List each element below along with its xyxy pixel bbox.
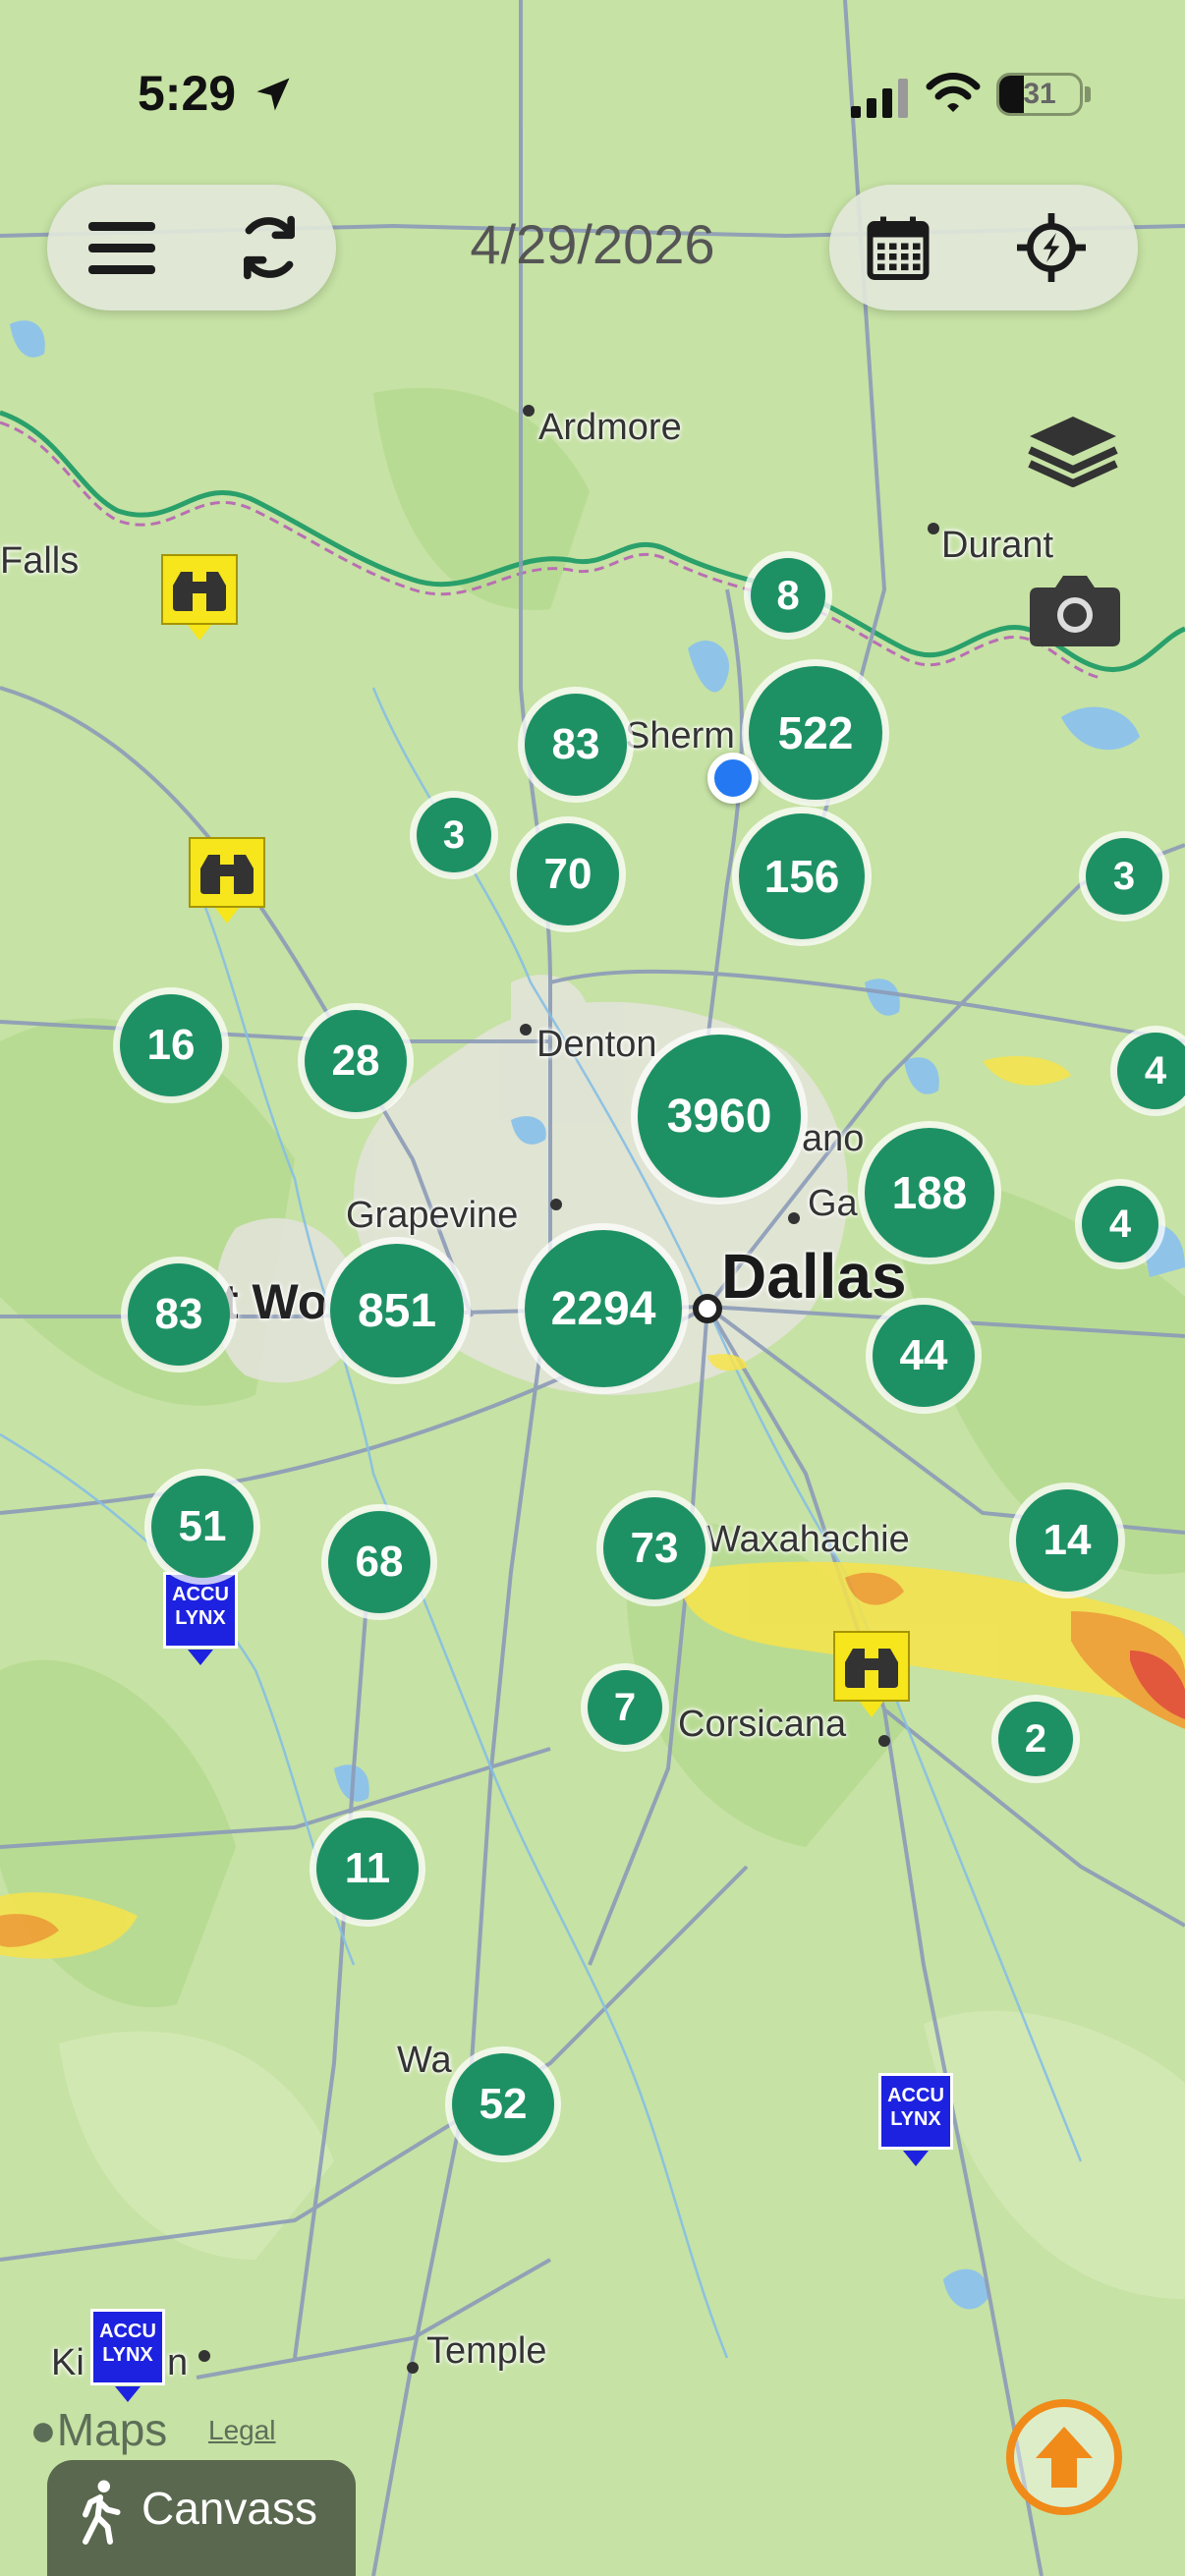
city-label: ano bbox=[802, 1118, 865, 1159]
right-toolbar bbox=[829, 185, 1138, 310]
cluster-marker[interactable]: 11 bbox=[316, 1818, 419, 1920]
camera-icon[interactable] bbox=[1028, 570, 1122, 648]
battery-percentage: 31 bbox=[1023, 78, 1056, 110]
apple-logo-icon: ● bbox=[29, 2404, 57, 2455]
accu-lynx-label: ACCU bbox=[99, 2321, 156, 2342]
accu-lynx-pin[interactable]: ACCU LYNX bbox=[878, 2073, 953, 2166]
refresh-icon bbox=[244, 215, 295, 280]
city-label: Grapevine bbox=[346, 1195, 519, 1236]
accu-lynx-pin[interactable]: ACCU LYNX bbox=[90, 2309, 165, 2402]
canvass-label: Canvass bbox=[141, 2483, 317, 2534]
city-label: n bbox=[167, 2342, 189, 2383]
cluster-marker[interactable]: 188 bbox=[865, 1128, 994, 1258]
city-label-dallas: Dallas bbox=[721, 1241, 907, 1312]
cluster-marker[interactable]: 8 bbox=[751, 558, 825, 633]
cluster-marker[interactable]: 522 bbox=[749, 666, 882, 800]
legal-link[interactable]: Legal bbox=[208, 2415, 276, 2446]
cluster-marker[interactable]: 51 bbox=[151, 1476, 254, 1578]
arrow-up-icon bbox=[1036, 2427, 1093, 2488]
accu-lynx-label: LYNX bbox=[175, 1607, 226, 1629]
status-bar: 5:29 31 bbox=[0, 0, 1185, 196]
binoculars-pin[interactable] bbox=[189, 837, 265, 924]
city-label: t Wo bbox=[222, 1274, 328, 1329]
city-label: Ga bbox=[808, 1183, 858, 1224]
battery-nub bbox=[1085, 86, 1091, 102]
cluster-marker[interactable]: 156 bbox=[739, 813, 865, 939]
cluster-marker[interactable]: 16 bbox=[120, 994, 222, 1096]
accu-lynx-pin[interactable]: ACCU LYNX bbox=[163, 1572, 238, 1665]
wifi-icon bbox=[926, 73, 981, 112]
scroll-up-button[interactable] bbox=[1006, 2399, 1122, 2515]
calendar-button[interactable] bbox=[859, 208, 937, 287]
city-label: Waxahachie bbox=[705, 1519, 910, 1560]
cluster-marker[interactable]: 7 bbox=[588, 1670, 662, 1745]
city-label: Wa bbox=[397, 2040, 452, 2081]
map-screen: 5:29 31 4/29/2026 Ardmore Durant Falls S… bbox=[0, 0, 1185, 2576]
cluster-marker[interactable]: 4 bbox=[1117, 1033, 1185, 1109]
binoculars-icon bbox=[173, 572, 226, 611]
cluster-marker[interactable]: 44 bbox=[873, 1305, 975, 1407]
accu-lynx-label: ACCU bbox=[887, 2085, 944, 2106]
location-button[interactable] bbox=[1012, 208, 1091, 287]
cluster-marker[interactable]: 2 bbox=[998, 1702, 1073, 1776]
cluster-marker[interactable]: 14 bbox=[1016, 1489, 1118, 1592]
canvass-button[interactable]: Canvass bbox=[47, 2460, 356, 2576]
city-label: Temple bbox=[426, 2330, 547, 2372]
binoculars-icon bbox=[200, 855, 254, 894]
cellular-signal-icon bbox=[851, 79, 908, 118]
city-label: Sherm bbox=[625, 715, 735, 756]
cluster-marker[interactable]: 3960 bbox=[638, 1035, 801, 1198]
cluster-marker[interactable]: 2294 bbox=[525, 1230, 682, 1387]
menu-icon bbox=[88, 222, 155, 274]
cluster-marker[interactable]: 52 bbox=[452, 2053, 554, 2156]
city-label: Durant bbox=[941, 525, 1054, 566]
refresh-button[interactable] bbox=[230, 208, 309, 287]
left-toolbar bbox=[47, 185, 336, 310]
cluster-marker[interactable]: 4 bbox=[1082, 1186, 1158, 1262]
maps-attribution: ●Maps bbox=[29, 2403, 167, 2456]
cluster-marker[interactable]: 3 bbox=[1086, 838, 1162, 915]
user-location-dot bbox=[707, 753, 759, 804]
binoculars-pin[interactable] bbox=[833, 1631, 910, 1717]
selected-date[interactable]: 4/29/2026 bbox=[413, 212, 772, 276]
cluster-marker[interactable]: 28 bbox=[305, 1010, 407, 1112]
binoculars-icon bbox=[845, 1649, 898, 1688]
city-label: Corsicana bbox=[678, 1704, 847, 1745]
battery-icon: 31 bbox=[996, 73, 1083, 116]
cluster-marker[interactable]: 68 bbox=[328, 1511, 430, 1613]
walking-person-icon bbox=[83, 2480, 121, 2545]
maps-label: Maps bbox=[56, 2404, 168, 2455]
layers-icon[interactable] bbox=[1024, 403, 1122, 497]
menu-button[interactable] bbox=[83, 208, 161, 287]
cluster-marker[interactable]: 83 bbox=[128, 1263, 230, 1366]
accu-lynx-label: ACCU bbox=[172, 1584, 229, 1605]
city-label: Falls bbox=[0, 540, 80, 582]
cluster-marker[interactable]: 73 bbox=[603, 1497, 705, 1599]
cluster-marker[interactable]: 3 bbox=[417, 798, 491, 872]
location-crosshair-icon bbox=[1017, 213, 1086, 282]
city-label: Denton bbox=[536, 1024, 657, 1065]
accu-lynx-label: LYNX bbox=[890, 2108, 941, 2130]
cluster-marker[interactable]: 851 bbox=[330, 1244, 464, 1377]
city-label: Ki bbox=[51, 2342, 85, 2383]
city-label: Ardmore bbox=[538, 407, 682, 448]
calendar-icon bbox=[867, 216, 930, 280]
accu-lynx-label: LYNX bbox=[102, 2344, 153, 2366]
cluster-marker[interactable]: 70 bbox=[517, 823, 619, 925]
cluster-marker[interactable]: 83 bbox=[525, 694, 627, 796]
status-time: 5:29 bbox=[138, 66, 237, 121]
location-arrow-icon bbox=[256, 78, 290, 111]
binoculars-pin[interactable] bbox=[161, 554, 238, 641]
